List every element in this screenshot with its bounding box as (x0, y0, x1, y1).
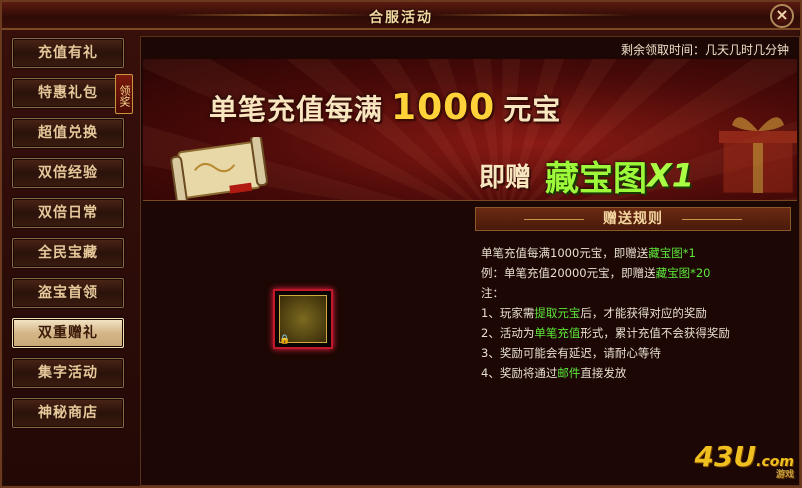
sidebar-item-double-gift[interactable]: 双重赠礼 (12, 318, 124, 348)
rule-note-label: 注： (481, 286, 504, 300)
rules-text: 单笔充值每满1000元宝，即赠送藏宝图*1 例：单笔充值20000元宝，即赠送藏… (481, 243, 730, 383)
rule-note-3: 3、奖励可能会有延迟，请耐心等待 (481, 346, 661, 360)
sidebar-item-value-exchange[interactable]: 超值兑换 (12, 118, 124, 148)
banner-headline: 单笔充值每满 1000 元宝 (209, 87, 561, 128)
rule-line-1: 单笔充值每满1000元宝，即赠送藏宝图*1 (481, 246, 696, 260)
window-title: 合服活动 (369, 10, 433, 26)
gift-box-icon (719, 117, 797, 194)
rule-line-2: 例：单笔充值20000元宝，即赠送藏宝图*20 (481, 266, 711, 280)
rules-header-line-right (682, 219, 742, 220)
headline-prefix: 单笔充值每满 (209, 93, 384, 126)
remaining-time: 剩余领取时间：几天几时几分钟 (620, 43, 789, 57)
rules-header-line-left (524, 219, 584, 220)
rule-note-2: 2、活动为单笔充值形式，累计充值不会获得奖励 (481, 326, 730, 340)
sidebar-item-treasure[interactable]: 全民宝藏 (12, 238, 124, 268)
event-window: 合服活动 × 充值有礼 特惠礼包 领奖 超值兑换 双倍经验 双倍日常 全民宝藏 … (0, 0, 802, 488)
close-button[interactable]: × (770, 4, 794, 28)
watermark-logo: 43U (694, 440, 757, 473)
reward-item-name: 藏宝图 (545, 159, 648, 199)
sidebar-item-double-exp[interactable]: 双倍经验 (12, 158, 124, 188)
sidebar-item-recharge-gift[interactable]: 充值有礼 (12, 38, 124, 68)
headline-suffix: 元宝 (503, 93, 562, 126)
sidebar: 充值有礼 特惠礼包 领奖 超值兑换 双倍经验 双倍日常 全民宝藏 盗宝首领 双重… (6, 36, 134, 486)
banner-reward: 即赠 藏宝图X1 (479, 151, 694, 200)
rules-title: 赠送规则 (603, 211, 663, 227)
title-decoration-right (430, 14, 630, 16)
reward-prefix: 即赠 (479, 163, 532, 193)
sidebar-item-word-collect[interactable]: 集字活动 (12, 358, 124, 388)
close-icon: × (775, 5, 789, 24)
site-watermark: 43U.com 游戏 (694, 440, 794, 480)
sidebar-item-mystery-shop[interactable]: 神秘商店 (12, 398, 124, 428)
claim-badge[interactable]: 领奖 (115, 74, 133, 114)
sidebar-item-double-daily[interactable]: 双倍日常 (12, 198, 124, 228)
rules-header: 赠送规则 (475, 207, 791, 231)
reward-item-slot[interactable]: 🔒 (273, 289, 333, 349)
promo-banner: 单笔充值每满 1000 元宝 即赠 藏宝图X1 (143, 59, 797, 201)
rule-note-4: 4、奖励将通过邮件直接发放 (481, 366, 627, 380)
headline-amount: 1000 (391, 87, 496, 128)
sidebar-item-thief-boss[interactable]: 盗宝首领 (12, 278, 124, 308)
sidebar-item-special-pack[interactable]: 特惠礼包 (12, 78, 124, 108)
reward-quantity: X1 (647, 156, 694, 195)
lock-icon: 🔒 (279, 335, 291, 345)
content-panel: 剩余领取时间：几天几时几分钟 单笔充值每满 1000 元宝 即赠 藏宝图X1 赠… (140, 36, 800, 486)
title-bar: 合服活动 × (2, 2, 800, 30)
scroll-icon (170, 137, 268, 200)
rule-note-1: 1、玩家需提取元宝后，才能获得对应的奖励 (481, 306, 707, 320)
title-decoration-left (172, 14, 372, 16)
